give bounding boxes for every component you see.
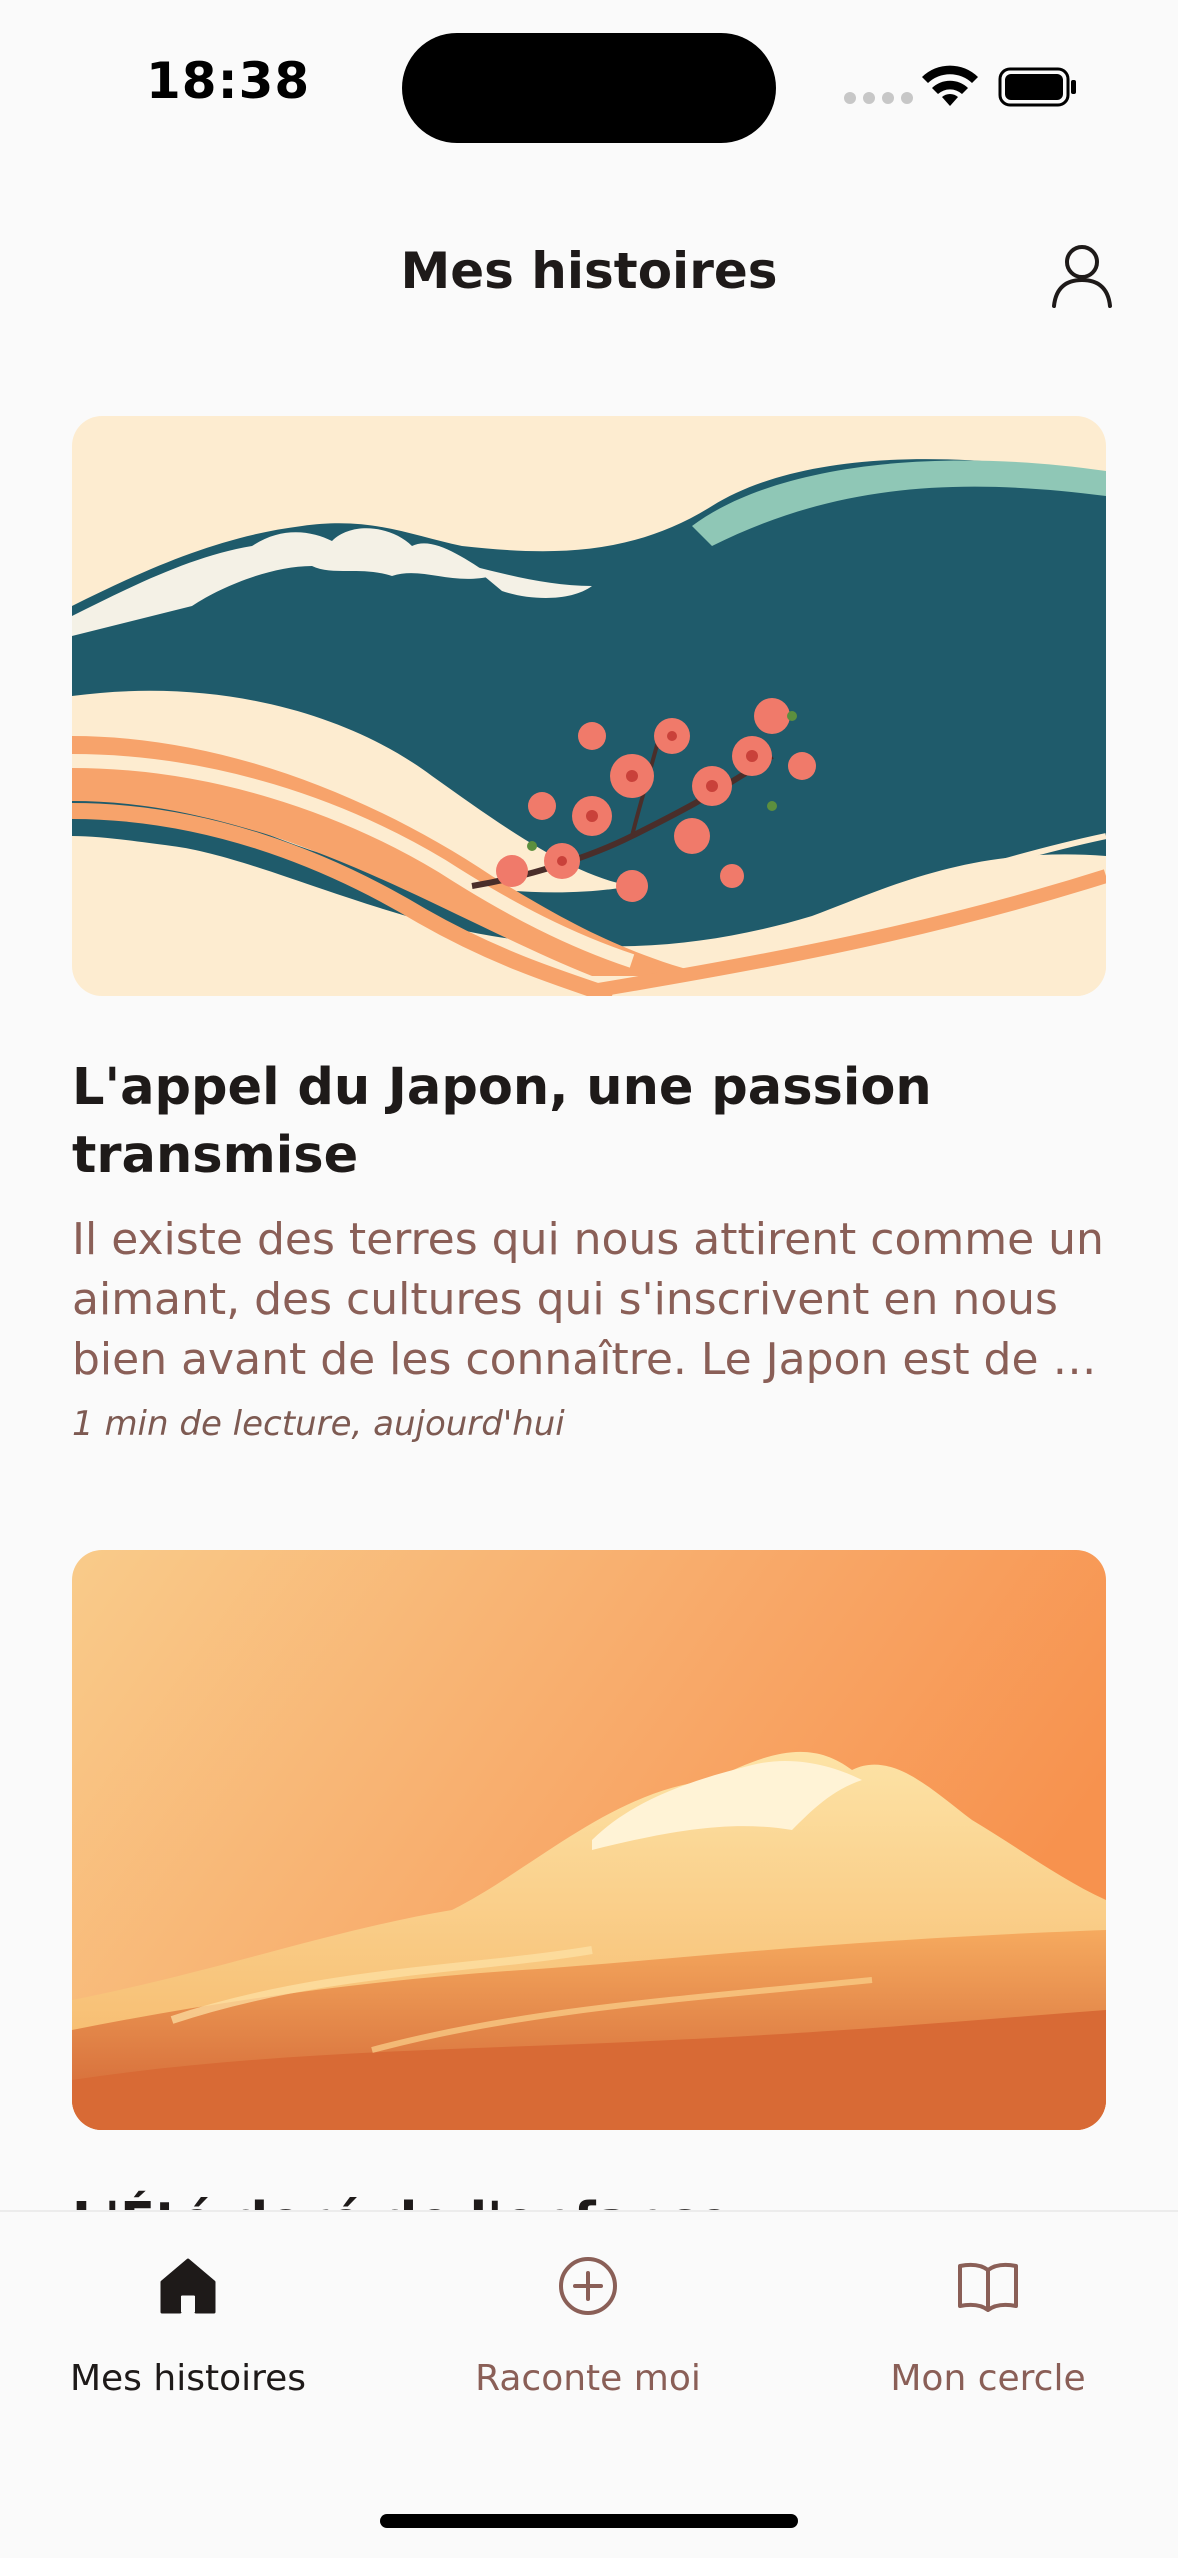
book-icon: [958, 2262, 1018, 2312]
nav-label: Raconte moi: [475, 2358, 701, 2399]
dynamic-island: [402, 33, 776, 143]
status-bar: 18:38: [0, 0, 1178, 170]
nav-item-mes-histoires[interactable]: Mes histoires: [18, 2254, 358, 2399]
profile-button[interactable]: [1046, 240, 1118, 312]
home-indicator: [380, 2514, 798, 2528]
battery-icon: [998, 67, 1076, 107]
story-meta: 1 min de lecture, aujourd'hui: [72, 1404, 565, 1444]
story-card[interactable]: L'appel du Japon, une passion transmise …: [72, 416, 1106, 1444]
story-excerpt: Il existe des terres qui nous attirent c…: [72, 1214, 1104, 1385]
nav-item-raconte-moi[interactable]: Raconte moi: [418, 2254, 758, 2399]
nav-label: Mes histoires: [69, 2358, 307, 2399]
story-cover-image[interactable]: [72, 416, 1106, 996]
story-card[interactable]: L'Été doré de l'enfance: [72, 1550, 1106, 2256]
wifi-icon: [922, 65, 978, 106]
nav-label: Mon cercle: [890, 2358, 1086, 2399]
home-icon: [160, 2258, 216, 2314]
page-title: Mes histoires: [400, 242, 778, 300]
story-title: L'appel du Japon, une passion transmise: [72, 1058, 932, 1185]
plus-circle-icon: [559, 2257, 617, 2315]
story-cover-image[interactable]: [72, 1550, 1106, 2130]
bottom-navigation: Mes histoires Raconte moi Mon cercle: [0, 2210, 1178, 2558]
nav-item-mon-cercle[interactable]: Mon cercle: [818, 2254, 1158, 2399]
cellular-signal-icon: [844, 92, 913, 104]
user-icon: [1052, 245, 1112, 308]
status-time: 18:38: [146, 52, 311, 110]
